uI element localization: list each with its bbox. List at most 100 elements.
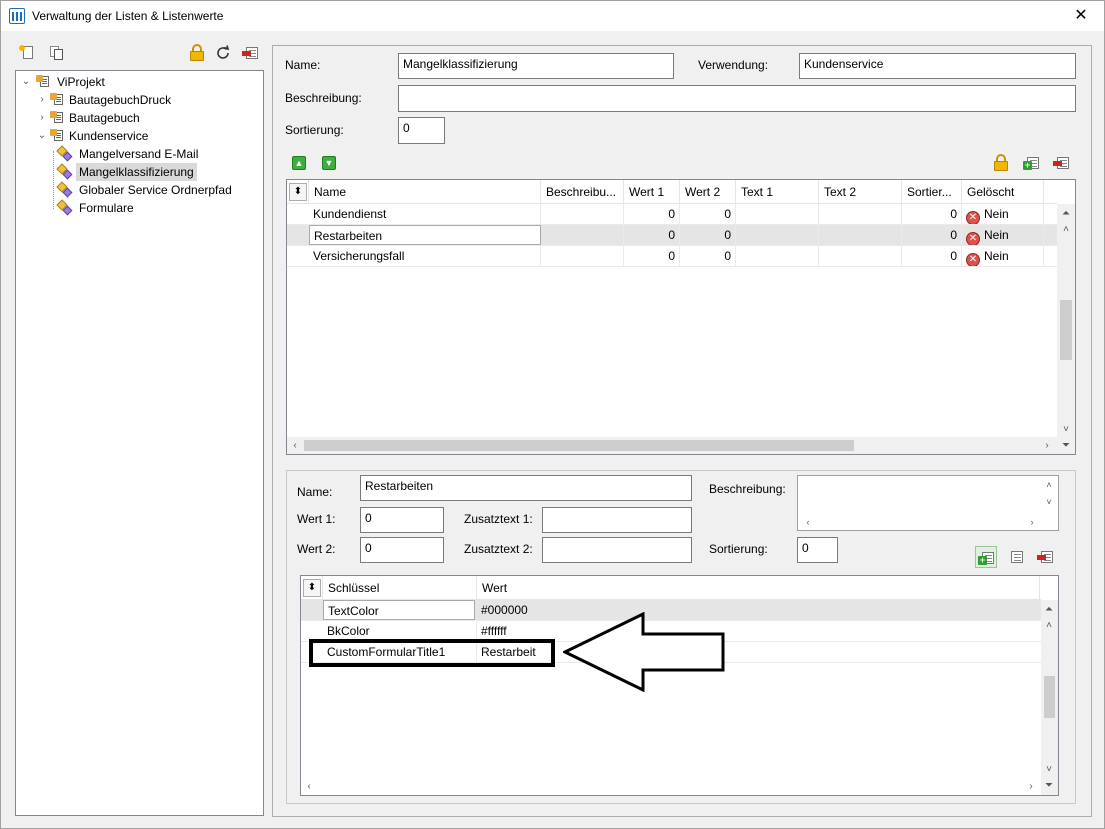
cell-geloescht[interactable]: ✕ Nein (962, 225, 1044, 245)
vertical-scrollbar[interactable]: ⏶ ˄ ˅ ⏷ (1041, 600, 1058, 795)
move-down-icon[interactable]: ▼ (322, 156, 336, 170)
value-beschreibung-field[interactable]: ˄ ˅ ‹ › (797, 475, 1059, 531)
arrow-annotation (563, 612, 725, 692)
cell-key[interactable]: BkColor (323, 621, 477, 641)
add-property-button[interactable]: + (975, 546, 997, 568)
column-header-name[interactable]: Name (309, 180, 541, 204)
cell-text2[interactable] (819, 204, 902, 224)
chevron-right-icon[interactable]: › (36, 109, 48, 127)
edit-row-icon[interactable] (1007, 549, 1025, 565)
scroll-right-icon[interactable]: › (1024, 514, 1040, 530)
horizontal-scrollbar[interactable]: ‹ › (287, 437, 1057, 454)
cell-geloescht[interactable]: ✕ Nein (962, 246, 1044, 266)
chevron-right-icon[interactable]: › (36, 91, 48, 109)
scroll-up-icon[interactable]: ˄ (1041, 477, 1057, 493)
scroll-down-icon[interactable]: ˅ (1041, 762, 1057, 778)
cell-sortierung[interactable]: 0 (902, 225, 962, 245)
cell-wert2[interactable]: 0 (680, 246, 736, 266)
column-header-wert2[interactable]: Wert 2 (680, 180, 736, 204)
cell-wert1[interactable]: 0 (624, 225, 680, 245)
cell-geloescht[interactable]: ✕ Nein (962, 204, 1044, 224)
zusatztext1-field[interactable] (542, 507, 692, 533)
column-header-text1[interactable]: Text 1 (736, 180, 819, 204)
copy-list-icon[interactable] (48, 45, 66, 63)
add-row-icon[interactable]: + (1023, 155, 1041, 171)
scroll-left-icon[interactable]: ‹ (287, 438, 303, 454)
scroll-bottom-icon[interactable]: ⏷ (1041, 778, 1057, 794)
scroll-up-icon[interactable]: ˄ (1041, 618, 1057, 634)
verwendung-field[interactable]: Kundenservice (799, 53, 1076, 79)
chevron-down-icon[interactable]: ⌄ (36, 127, 48, 145)
scroll-bottom-icon[interactable]: ⏷ (1058, 438, 1074, 454)
scroll-right-icon[interactable]: › (1039, 438, 1055, 454)
column-header-sortierung[interactable]: Sortier... (902, 180, 962, 204)
cell-wert1[interactable]: 0 (624, 246, 680, 266)
scroll-up-icon[interactable]: ˄ (1058, 222, 1074, 238)
lock-icon[interactable] (189, 44, 205, 62)
cell-sortierung[interactable]: 0 (902, 246, 962, 266)
zusatztext2-field[interactable] (542, 537, 692, 563)
cell-wert2[interactable]: 0 (680, 225, 736, 245)
chevron-down-icon[interactable]: ⌄ (20, 73, 32, 91)
scroll-top-icon[interactable]: ⏶ (1041, 602, 1057, 618)
scroll-down-icon[interactable]: ˅ (1058, 422, 1074, 438)
value-name-label: Name: (297, 485, 333, 499)
cell-name[interactable]: Versicherungsfall (309, 246, 541, 266)
column-header-wert[interactable]: Wert (477, 576, 1040, 600)
delete-row-icon[interactable] (1053, 155, 1071, 171)
cell-wert1[interactable]: 0 (624, 204, 680, 224)
table-row[interactable]: Versicherungsfall 0 0 0 ✕ Nein (287, 246, 1057, 267)
cell-wert2[interactable]: 0 (680, 204, 736, 224)
lock-icon[interactable] (993, 154, 1009, 172)
sort-icon[interactable]: ⬍ (303, 579, 321, 597)
list-values-grid[interactable]: ⬍ Name Beschreibu... Wert 1 Wert 2 Text … (286, 179, 1076, 455)
scroll-right-icon[interactable]: › (1023, 779, 1039, 795)
refresh-icon[interactable] (214, 44, 232, 62)
window-title: Verwaltung der Listen & Listenwerte (32, 9, 224, 23)
close-button[interactable]: ✕ (1058, 1, 1104, 31)
list-beschreibung-field[interactable] (398, 85, 1076, 112)
scroll-thumb[interactable] (304, 440, 854, 451)
sort-icon[interactable]: ⬍ (289, 183, 307, 201)
value-name-field[interactable]: Restarbeiten (360, 475, 692, 501)
value-sortierung-field[interactable]: 0 (797, 537, 838, 563)
vertical-scrollbar[interactable]: ⏶ ˄ ˅ ⏷ (1057, 204, 1075, 454)
table-row[interactable]: Kundendienst 0 0 0 ✕ Nein (287, 204, 1057, 225)
horizontal-scrollbar[interactable]: ‹ › (301, 778, 1041, 795)
scroll-thumb[interactable] (1044, 676, 1055, 718)
scroll-top-icon[interactable]: ⏶ (1058, 206, 1074, 222)
cell-key[interactable]: TextColor (323, 600, 475, 620)
column-header-beschreibung[interactable]: Beschreibu... (541, 180, 624, 204)
cell-text1[interactable] (736, 246, 819, 266)
column-header-text2[interactable]: Text 2 (819, 180, 902, 204)
list-name-field[interactable]: Mangelklassifizierung (398, 53, 674, 79)
scroll-left-icon[interactable]: ‹ (301, 779, 317, 795)
delete-icon[interactable] (242, 45, 260, 61)
cell-text2[interactable] (819, 246, 902, 266)
column-header-schluessel[interactable]: Schlüssel (323, 576, 477, 600)
tree-item-label: Mangelklassifizierung (76, 163, 197, 181)
list-tree[interactable]: ⌄ ViProjekt › BautagebuchDruck › Bautage… (15, 70, 264, 816)
scroll-left-icon[interactable]: ‹ (800, 514, 816, 530)
column-header-wert1[interactable]: Wert 1 (624, 180, 680, 204)
cell-beschreibung[interactable] (541, 204, 624, 224)
scroll-thumb[interactable] (1060, 300, 1072, 360)
cell-name[interactable]: Restarbeiten (309, 225, 541, 245)
table-row-selected[interactable]: Restarbeiten 0 0 0 ✕ Nein (287, 225, 1057, 246)
wert1-field[interactable]: 0 (360, 507, 444, 533)
tree-item-label: BautagebuchDruck (69, 93, 172, 107)
delete-row-icon[interactable] (1037, 549, 1055, 565)
list-sortierung-field[interactable]: 0 (398, 117, 445, 144)
cell-name[interactable]: Kundendienst (309, 204, 541, 224)
cell-text2[interactable] (819, 225, 902, 245)
cell-beschreibung[interactable] (541, 246, 624, 266)
cell-sortierung[interactable]: 0 (902, 204, 962, 224)
column-header-geloescht[interactable]: Gelöscht (962, 180, 1044, 204)
new-list-icon[interactable] (19, 45, 37, 63)
cell-text1[interactable] (736, 204, 819, 224)
move-up-icon[interactable]: ▲ (292, 156, 306, 170)
cell-beschreibung[interactable] (541, 225, 624, 245)
cell-text1[interactable] (736, 225, 819, 245)
scroll-down-icon[interactable]: ˅ (1041, 494, 1057, 510)
wert2-field[interactable]: 0 (360, 537, 444, 563)
